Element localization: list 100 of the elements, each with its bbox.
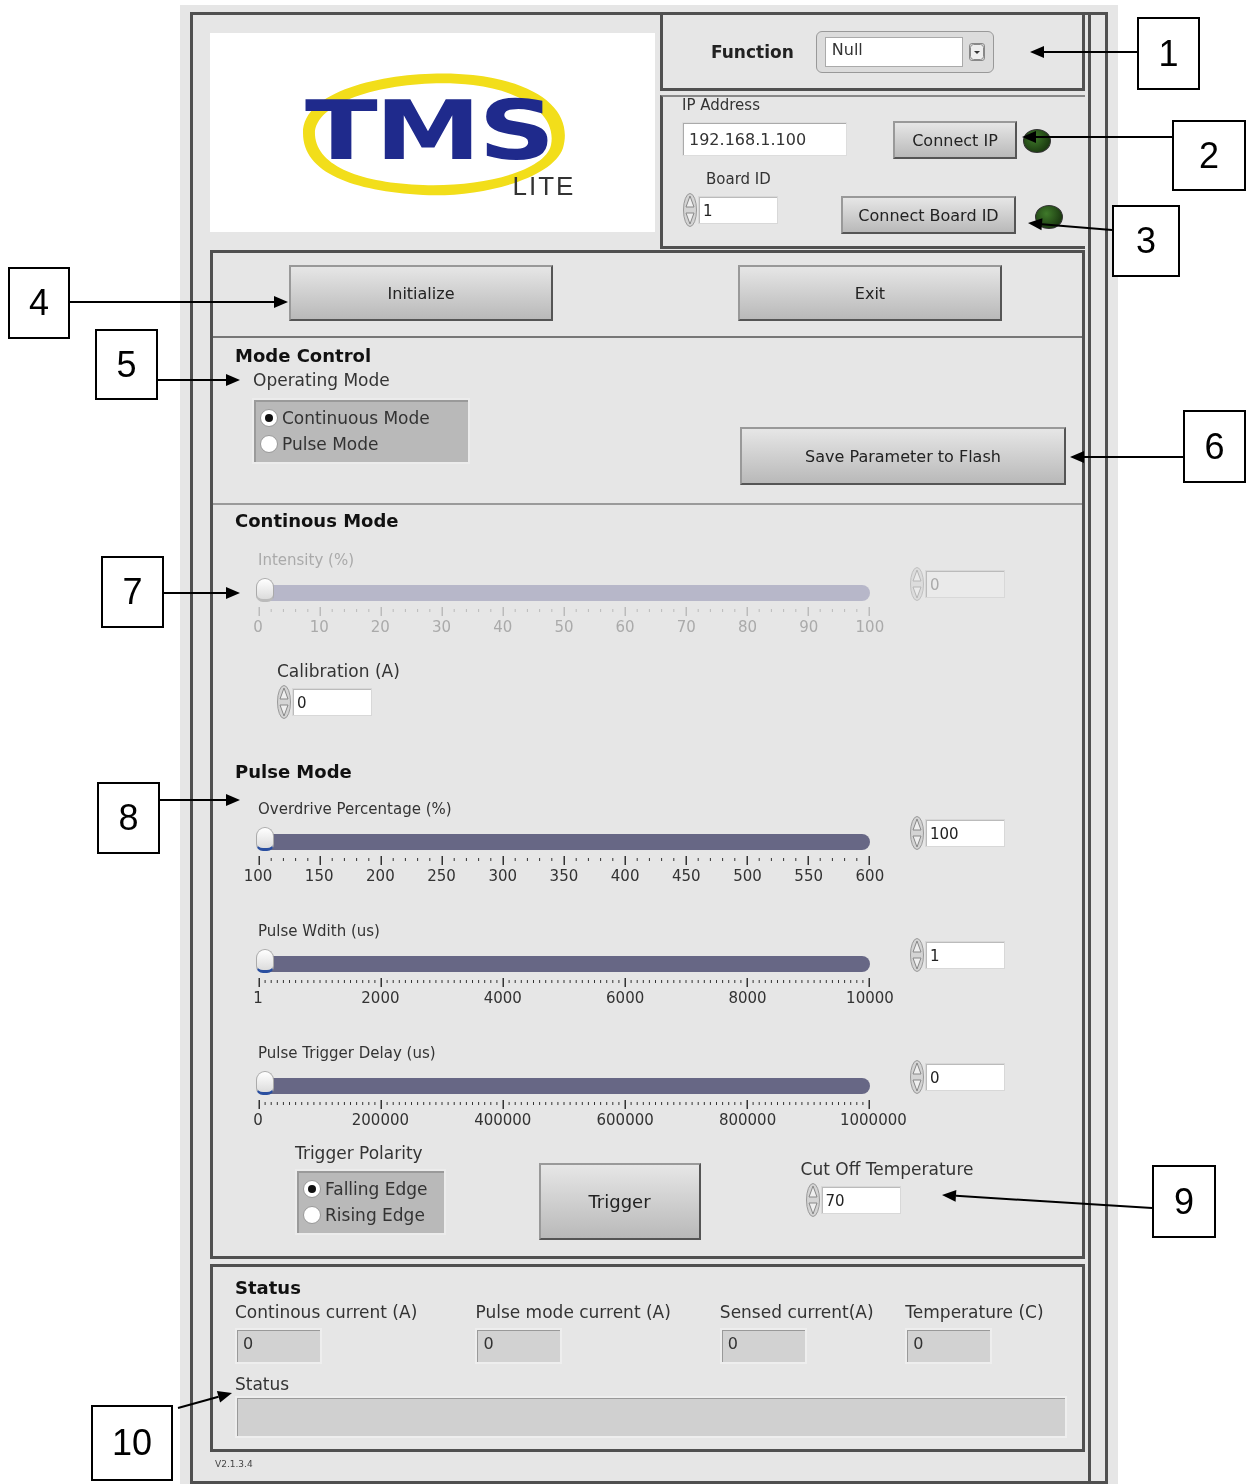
tick-label: 600 [855, 867, 885, 885]
readout-field: 0 [905, 1328, 993, 1364]
section-title: Mode Control [235, 345, 373, 366]
readout-label: Pulse mode current (A) [475, 1302, 672, 1322]
radio-label[interactable]: Rising Edge [325, 1205, 425, 1225]
slider-label: Overdrive Percentage (%) [258, 800, 452, 818]
spin-button[interactable] [910, 816, 924, 850]
slider-thumb[interactable] [256, 1071, 274, 1095]
tick-label: 40 [493, 618, 513, 636]
field-label: IP Address [682, 96, 760, 114]
radio-label[interactable]: Falling Edge [325, 1179, 428, 1199]
tick-label: 70 [676, 618, 696, 636]
tick-label: 4000 [483, 989, 522, 1007]
section-title: Pulse Mode [235, 761, 353, 782]
tick-label: 60 [615, 618, 635, 636]
numeric-field[interactable]: 70 [820, 1186, 901, 1214]
tick-label: 0 [253, 618, 263, 636]
tick-label: 10 [309, 618, 329, 636]
caret-icon[interactable] [968, 42, 985, 61]
callout-number: 2 [1172, 120, 1246, 191]
numeric-field[interactable]: 100 [925, 819, 1005, 847]
readout-label: Temperature (C) [905, 1302, 1045, 1322]
tick-label: 800000 [718, 1111, 777, 1129]
numeric-field[interactable]: 1 [698, 196, 778, 224]
callout-number: 9 [1152, 1165, 1216, 1238]
tick-label: 1000000 [839, 1111, 907, 1129]
trigger-button[interactable]: Trigger [538, 1163, 701, 1240]
dropdown[interactable]: Null [815, 30, 994, 73]
connect-button[interactable]: Connect Board ID [841, 196, 1016, 234]
tick-label: 20 [370, 618, 390, 636]
slider-label: Pulse Trigger Delay (us) [258, 1044, 436, 1062]
numeric-field[interactable]: 0 [292, 688, 372, 716]
radio-label[interactable]: Continuous Mode [282, 408, 430, 428]
tick-label: 400000 [474, 1111, 532, 1129]
tick-label: 90 [799, 618, 819, 636]
tick-label: 600000 [596, 1111, 654, 1129]
version-label: V2.1.3.4 [215, 1459, 253, 1469]
numeric-field[interactable]: 1 [925, 941, 1005, 969]
ip-field[interactable]: 192.168.1.100 [682, 122, 847, 156]
group-label: Trigger Polarity [295, 1143, 424, 1163]
spin-button[interactable] [683, 193, 697, 227]
field-label: Function [711, 41, 794, 62]
readout-field: 0 [719, 1328, 807, 1364]
radio-button[interactable] [303, 1206, 321, 1224]
field-label: Board ID [706, 170, 771, 188]
radio-button[interactable] [303, 1180, 321, 1198]
tick-label: 50 [554, 618, 574, 636]
section-title: Status [235, 1277, 302, 1298]
slider-label: Intensity (%) [258, 551, 354, 569]
section-title: Continous Mode [235, 510, 400, 531]
radio-label[interactable]: Pulse Mode [282, 434, 379, 454]
tick-label: 8000 [728, 989, 767, 1007]
radio-button[interactable] [260, 435, 278, 453]
tick-label: 250 [427, 867, 456, 885]
tick-label: 550 [794, 867, 823, 885]
tick-label: 80 [737, 618, 758, 636]
callout-number: 3 [1112, 205, 1180, 277]
slider[interactable] [258, 1071, 870, 1097]
field-label: Calibration (A) [277, 661, 401, 681]
slider-label: Pulse Wdith (us) [258, 922, 380, 940]
tick-label: 10000 [846, 989, 894, 1007]
tick-label: 200000 [351, 1111, 409, 1129]
action-button[interactable]: Exit [738, 265, 1002, 321]
callout-number: 4 [8, 267, 70, 339]
callout-number: 8 [97, 782, 160, 854]
tick-label: 2000 [361, 989, 400, 1007]
field-label: Status [235, 1374, 291, 1394]
radio-button[interactable] [260, 409, 278, 427]
callout-number: 10 [91, 1405, 173, 1481]
tick-label: 30 [432, 618, 452, 636]
action-button[interactable]: Initialize [289, 265, 553, 321]
spin-button[interactable] [910, 938, 924, 972]
readout-label: Continous current (A) [235, 1302, 419, 1322]
callout-number: 5 [95, 329, 158, 400]
readout-field: 0 [235, 1328, 322, 1364]
numeric-field[interactable]: 0 [925, 1063, 1005, 1091]
tick-label: 300 [488, 867, 518, 885]
slider[interactable] [258, 949, 870, 975]
slider[interactable] [258, 827, 870, 853]
slider-thumb[interactable] [256, 949, 274, 973]
spin-button[interactable] [910, 1060, 924, 1094]
spin-button[interactable] [277, 685, 291, 719]
logo-subtitle: LITE [512, 170, 576, 202]
save-button[interactable]: Save Parameter to Flash [740, 427, 1066, 485]
group-label: Operating Mode [253, 370, 391, 390]
tick-label: 350 [549, 867, 579, 885]
readout-field: 0 [475, 1328, 563, 1364]
tick-label: 400 [610, 867, 640, 885]
slider-thumb[interactable] [256, 827, 274, 851]
tick-label: 150 [304, 867, 334, 885]
field-label: Cut Off Temperature [800, 1159, 974, 1179]
callout-number: 6 [1183, 410, 1246, 483]
spin-button[interactable] [805, 1183, 820, 1217]
tick-label: 6000 [606, 989, 645, 1007]
tick-label: 1 [253, 989, 263, 1007]
connect-button[interactable]: Connect IP [893, 121, 1017, 159]
callout-number: 7 [101, 556, 164, 628]
spin-button[interactable] [910, 567, 924, 601]
tick-label: 0 [253, 1111, 263, 1129]
tick-label: 100 [243, 867, 273, 885]
